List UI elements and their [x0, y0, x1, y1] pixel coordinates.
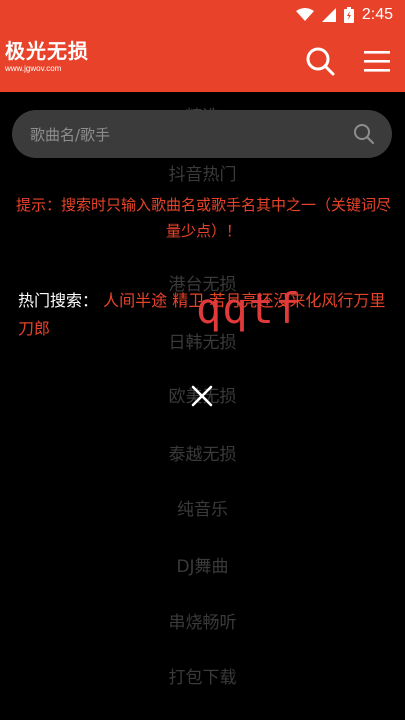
logo-subtitle: www.jgwov.com: [5, 64, 62, 73]
wifi-icon: [295, 8, 314, 21]
battery-icon: [343, 7, 354, 23]
hot-search-item[interactable]: 人间半途: [103, 291, 167, 310]
category-item[interactable]: 泰越无损: [0, 440, 405, 465]
close-button[interactable]: [186, 380, 218, 412]
category-item[interactable]: 抖音热门: [0, 160, 405, 185]
menu-button[interactable]: [360, 44, 394, 78]
hot-search-item[interactable]: 化风行万里: [305, 291, 385, 310]
search-tip: 提示：搜索时只输入歌曲名或歌手名其中之一（关键词尽量少点）！: [16, 196, 392, 240]
category-item[interactable]: 纯音乐: [0, 495, 405, 520]
hot-search-label: 热门搜索：: [18, 291, 99, 310]
hot-search-item[interactable]: 刀郎: [18, 319, 50, 338]
category-item[interactable]: 打包下载: [0, 663, 405, 688]
status-bar: 2:45: [0, 0, 405, 30]
main-content: 精选 抖音热门 港台无损 日韩无损 欧美无损 泰越无损 纯音乐 DJ舞曲 串烧畅…: [0, 92, 405, 720]
search-icon[interactable]: [352, 122, 376, 146]
search-bar: [12, 110, 392, 160]
status-time: 2:45: [361, 6, 393, 23]
status-icons: 2:45: [295, 5, 393, 25]
app-bar: 极光无损 www.jgwov.com: [0, 30, 405, 92]
category-item[interactable]: 串烧畅听: [0, 608, 405, 633]
search-input[interactable]: [28, 110, 352, 160]
signal-icon: [321, 8, 336, 22]
app-logo[interactable]: 极光无损 www.jgwov.com: [5, 40, 89, 74]
close-icon: [191, 385, 213, 407]
category-item[interactable]: DJ舞曲: [0, 552, 405, 577]
overlay-text: qqtf: [196, 284, 302, 333]
search-icon: [306, 47, 335, 76]
menu-icon: [364, 51, 390, 72]
search-button[interactable]: [303, 44, 337, 78]
logo-title: 极光无损: [5, 39, 89, 63]
